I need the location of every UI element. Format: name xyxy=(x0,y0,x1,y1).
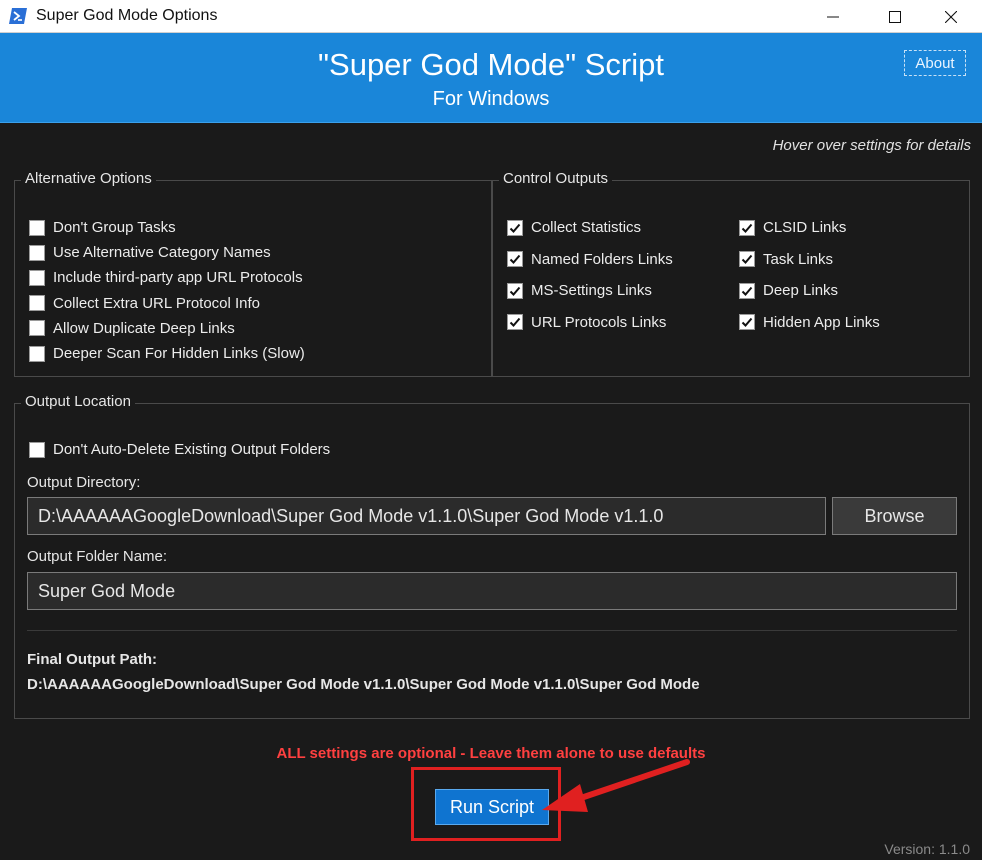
option-checkbox[interactable]: Don't Group Tasks xyxy=(29,219,176,236)
checkbox-box[interactable] xyxy=(29,441,45,458)
minimize-icon xyxy=(827,11,839,23)
group-legend: Control Outputs xyxy=(499,170,613,187)
checked-box[interactable] xyxy=(739,282,755,299)
checkmark-icon xyxy=(509,223,521,233)
checkbox-box[interactable] xyxy=(29,244,45,261)
output-folder-name-input[interactable]: Super God Mode xyxy=(27,572,957,610)
maximize-icon xyxy=(889,10,901,23)
option-checkbox[interactable]: Collect Extra URL Protocol Info xyxy=(29,295,260,312)
option-checkbox[interactable]: Collect Statistics xyxy=(507,219,641,236)
checkbox-label: URL Protocols Links xyxy=(531,313,667,331)
maximize-button[interactable] xyxy=(872,0,918,33)
checkmark-icon xyxy=(741,286,753,296)
checked-box[interactable] xyxy=(507,251,523,267)
checkbox-label: Collect Statistics xyxy=(531,219,642,236)
checkbox-box[interactable] xyxy=(29,295,45,312)
option-checkbox[interactable]: CLSID Links xyxy=(739,219,846,236)
option-checkbox[interactable]: Deeper Scan For Hidden Links (Slow) xyxy=(29,345,305,362)
checkbox-label: Hidden App Links xyxy=(763,313,880,331)
checked-box[interactable] xyxy=(507,282,523,299)
close-icon xyxy=(945,10,957,23)
checkmark-icon xyxy=(509,317,521,327)
minimize-button[interactable] xyxy=(810,0,856,33)
banner-title: "Super God Mode" Script xyxy=(318,47,664,82)
powershell-icon xyxy=(9,8,27,24)
checked-box[interactable] xyxy=(739,251,755,267)
option-checkbox[interactable]: Deep Links xyxy=(739,282,838,299)
checkbox-box[interactable] xyxy=(29,219,45,236)
close-button[interactable] xyxy=(928,0,974,33)
option-checkbox[interactable]: Named Folders Links xyxy=(507,251,673,268)
window-title: Super God Mode Options xyxy=(36,7,218,24)
checkmark-icon xyxy=(741,317,753,327)
output-directory-input[interactable]: D:\AAAAAAGoogleDownload\Super God Mode v… xyxy=(27,497,826,535)
final-output-path-value: D:\AAAAAAGoogleDownload\Super God Mode v… xyxy=(27,676,700,693)
checkbox-label: Don't Auto-Delete Existing Output Folder… xyxy=(53,441,331,458)
run-script-button[interactable]: Run Script xyxy=(435,789,549,825)
checkmark-icon xyxy=(741,223,753,233)
checkbox-label: Collect Extra URL Protocol Info xyxy=(53,294,261,312)
option-checkbox[interactable]: Use Alternative Category Names xyxy=(29,244,271,261)
checkbox-label: Named Folders Links xyxy=(531,250,673,268)
auto-delete-checkbox[interactable]: Don't Auto-Delete Existing Output Folder… xyxy=(29,441,330,458)
checkbox-label: Use Alternative Category Names xyxy=(53,244,271,262)
option-checkbox[interactable]: URL Protocols Links xyxy=(507,314,666,331)
checkbox-label: MS-Settings Links xyxy=(531,282,652,299)
checkmark-icon xyxy=(741,254,753,264)
output-directory-label: Output Directory: xyxy=(27,474,141,491)
checked-box[interactable] xyxy=(507,219,523,236)
option-checkbox[interactable]: MS-Settings Links xyxy=(507,282,652,299)
option-checkbox[interactable]: Allow Duplicate Deep Links xyxy=(29,320,235,337)
option-checkbox[interactable]: Include third-party app URL Protocols xyxy=(29,269,303,286)
checkbox-label: Allow Duplicate Deep Links xyxy=(53,319,235,337)
checkbox-label: Deeper Scan For Hidden Links (Slow) xyxy=(53,345,305,362)
checkmark-icon xyxy=(509,254,521,264)
checkmark-icon xyxy=(509,286,521,296)
checkbox-box[interactable] xyxy=(29,345,45,362)
control-outputs-group: Control Outputs xyxy=(492,170,970,377)
about-button[interactable]: About xyxy=(904,50,966,76)
checkbox-label: Include third-party app URL Protocols xyxy=(53,269,303,287)
checkbox-box[interactable] xyxy=(29,269,45,286)
option-checkbox[interactable]: Task Links xyxy=(739,251,833,268)
banner-subtitle: For Windows xyxy=(432,88,550,110)
output-folder-name-label: Output Folder Name: xyxy=(27,548,168,565)
checkbox-label: CLSID Links xyxy=(763,219,847,236)
browse-button[interactable]: Browse xyxy=(832,497,957,535)
divider xyxy=(27,630,957,631)
final-output-path-label: Final Output Path: xyxy=(27,651,157,668)
checkbox-box[interactable] xyxy=(29,320,45,337)
checkbox-label: Deep Links xyxy=(763,282,839,299)
option-checkbox[interactable]: Hidden App Links xyxy=(739,314,880,331)
warning-text: ALL settings are optional - Leave them a… xyxy=(276,745,706,762)
checked-box[interactable] xyxy=(739,314,755,330)
group-legend: Alternative Options xyxy=(21,170,156,187)
header-banner: "Super God Mode" Script For Windows Abou… xyxy=(0,33,982,123)
hover-hint: Hover over settings for details xyxy=(772,137,971,154)
group-legend: Output Location xyxy=(21,393,135,410)
checked-box[interactable] xyxy=(739,219,755,236)
version-label: Version: 1.1.0 xyxy=(884,841,970,857)
title-bar: Super God Mode Options xyxy=(0,0,982,33)
checkbox-label: Don't Group Tasks xyxy=(53,219,176,236)
checked-box[interactable] xyxy=(507,314,523,330)
checkbox-label: Task Links xyxy=(763,250,834,268)
